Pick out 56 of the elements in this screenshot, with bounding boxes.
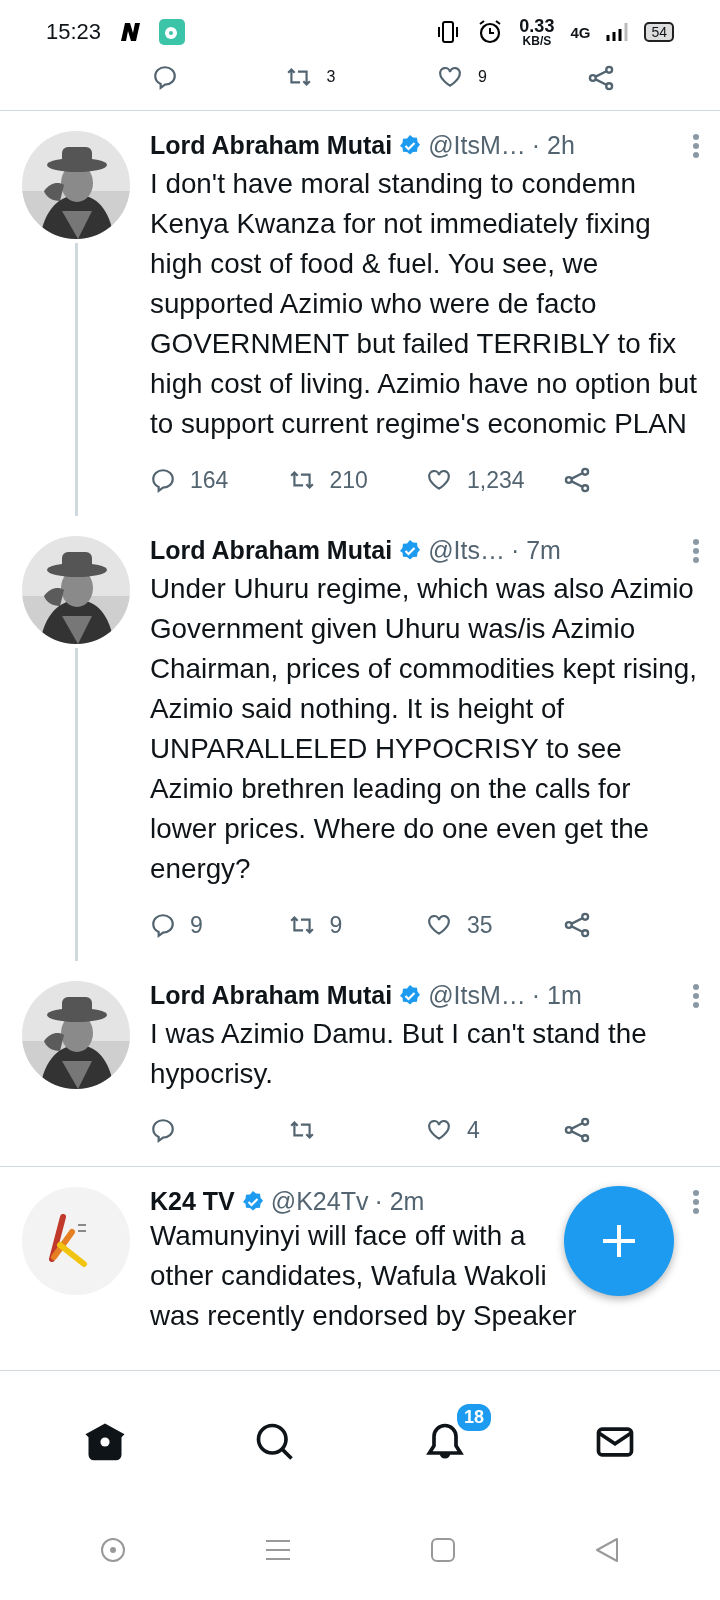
like-count: 4 xyxy=(467,1116,480,1144)
reply-icon[interactable] xyxy=(150,1117,176,1143)
network-speed: 0.33 xyxy=(519,17,555,35)
home-square-icon xyxy=(429,1537,456,1563)
retweet-count: 9 xyxy=(329,911,343,939)
retweet-count: 210 xyxy=(329,466,368,494)
tweet-time: · 7m xyxy=(510,536,561,565)
tweet-time: · 2h xyxy=(531,131,575,160)
like-count: 1,234 xyxy=(467,466,525,494)
share-icon[interactable] xyxy=(562,911,591,939)
like-count: 9 xyxy=(478,68,487,86)
tweet-text: Under Uhuru regime, which was also Azimio Government given Uhuru was/is Azimio Chairman, prices of commodities kept rising, Azimio said nothing. It is height of UNPARALLELED HYPOCRISY to see Azimio brethren leading on the calls for lower prices. Where do one even get the energy? xyxy=(150,572,698,886)
notification-badge: 18 xyxy=(454,1401,493,1433)
reply-count: 164 xyxy=(190,466,229,494)
tweet-text: I was Azimio Damu. But I can't stand the hypocrisy. xyxy=(150,1017,648,1091)
author-handle: @ItsM… xyxy=(428,981,526,1010)
tweet-text: I don't have moral standing to condemn Kenya Kwanza for not immediately fixing high cost of food & fuel. You see, we supported Azimio who were de facto GOVERNMENT but failed TERRIBLY to fix high cost of living. Azimio have no option but to support current regime's economic PLAN xyxy=(150,167,698,441)
more-icon[interactable] xyxy=(692,1188,700,1215)
author-handle: @Its… xyxy=(428,536,505,565)
heart-icon[interactable] xyxy=(425,467,453,493)
battery-level: 54 xyxy=(644,22,674,42)
tweet-time: · 1m xyxy=(531,981,582,1010)
share-icon[interactable] xyxy=(587,64,616,92)
author-name[interactable]: Lord Abraham Mutai xyxy=(150,131,393,160)
signal-icon xyxy=(606,21,629,43)
retweet-count: 3 xyxy=(326,68,336,86)
network-type: 4G xyxy=(570,23,591,41)
compose-button[interactable] xyxy=(564,1186,674,1296)
assistant-icon xyxy=(98,1536,127,1564)
heart-icon[interactable] xyxy=(425,912,453,938)
speed-unit: KB/S xyxy=(522,35,552,47)
tweet-text: other candidates, Wafula Wakoli xyxy=(150,1259,547,1293)
menu-icon xyxy=(264,1538,293,1562)
share-icon[interactable] xyxy=(562,466,591,494)
reply-count: 9 xyxy=(190,911,203,939)
author-name[interactable]: K24 TV xyxy=(150,1187,235,1216)
tweet-text: was recently endorsed by Speaker xyxy=(150,1299,577,1333)
reply-icon[interactable] xyxy=(150,467,176,493)
author-name[interactable]: Lord Abraham Mutai xyxy=(150,536,393,565)
author-handle: @K24Tv xyxy=(270,1187,369,1216)
more-icon[interactable] xyxy=(692,537,700,564)
logo-icon xyxy=(22,1187,130,1295)
like-count: 35 xyxy=(467,911,493,939)
author-handle: @ItsM… xyxy=(428,131,526,160)
heart-icon[interactable] xyxy=(425,1117,453,1143)
reply-icon[interactable] xyxy=(152,64,178,90)
share-icon[interactable] xyxy=(562,1116,591,1144)
more-icon[interactable] xyxy=(692,132,700,159)
author-name[interactable]: Lord Abraham Mutai xyxy=(150,981,393,1010)
reply-icon[interactable] xyxy=(150,912,176,938)
tweet-time: · 2m xyxy=(374,1187,425,1216)
app-notification-icon xyxy=(159,19,186,45)
more-icon[interactable] xyxy=(692,982,700,1009)
heart-icon[interactable] xyxy=(436,64,464,90)
clock-time: 15:23 xyxy=(46,19,102,45)
tweet-text: Wamunyinyi will face off with a xyxy=(150,1219,526,1253)
